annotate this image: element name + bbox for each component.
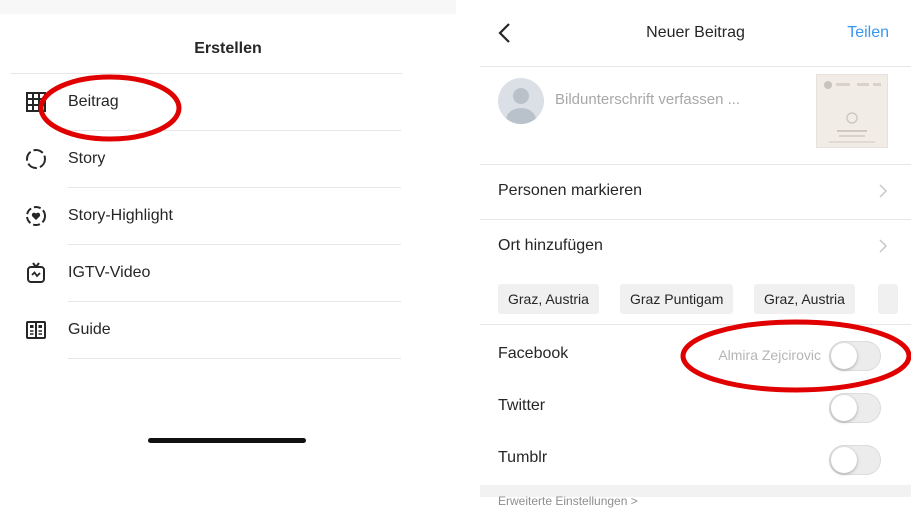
divider xyxy=(68,358,401,359)
facebook-label: Facebook xyxy=(498,345,569,362)
sheet-title: Erstellen xyxy=(194,40,262,57)
chevron-right-icon xyxy=(877,238,889,254)
new-post-screen: Neuer Beitrag Teilen Bildunterschrift ve… xyxy=(480,0,911,513)
share-facebook-row: Facebook Almira Zejcirovic xyxy=(480,329,911,381)
menu-item-guide[interactable]: Guide xyxy=(0,302,456,359)
menu-item-story[interactable]: Story xyxy=(0,131,456,188)
share-tumblr-row: Tumblr xyxy=(480,433,911,485)
location-suggestions: Graz, Austria Graz Puntigam Graz, Austri… xyxy=(480,274,911,322)
tag-people-label: Personen markieren xyxy=(498,182,643,199)
location-chip[interactable]: Graz, Austria xyxy=(754,284,855,314)
grid-icon xyxy=(24,90,48,114)
add-location-row[interactable]: Ort hinzufügen xyxy=(480,220,911,274)
facebook-toggle[interactable] xyxy=(829,341,881,371)
toggle-knob xyxy=(831,395,857,421)
advanced-settings-link[interactable]: Erweiterte Einstellungen > xyxy=(498,494,638,508)
story-icon xyxy=(24,147,48,171)
location-chip[interactable]: Graz, Austria xyxy=(498,284,599,314)
twitter-toggle[interactable] xyxy=(829,393,881,423)
create-sheet: Erstellen Beitrag Story Story-Highlight … xyxy=(0,0,456,513)
caption-row: Bildunterschrift verfassen ... xyxy=(480,66,911,164)
tag-people-row[interactable]: Personen markieren xyxy=(480,165,911,219)
toggle-knob xyxy=(831,343,857,369)
facebook-account-name: Almira Zejcirovic xyxy=(718,347,821,363)
menu-item-label: Beitrag xyxy=(68,93,119,110)
menu-item-label: Story-Highlight xyxy=(68,207,173,224)
share-twitter-row: Twitter xyxy=(480,381,911,433)
top-strip xyxy=(0,0,456,14)
twitter-label: Twitter xyxy=(498,397,546,414)
divider xyxy=(480,324,911,325)
chevron-right-icon xyxy=(877,183,889,199)
highlight-icon xyxy=(24,204,48,228)
igtv-icon xyxy=(24,261,48,285)
navigation-bar: Neuer Beitrag Teilen xyxy=(480,0,911,66)
home-indicator xyxy=(148,438,306,443)
menu-item-label: Guide xyxy=(68,321,111,338)
add-location-label: Ort hinzufügen xyxy=(498,237,603,254)
menu-item-story-highlight[interactable]: Story-Highlight xyxy=(0,188,456,245)
guide-icon xyxy=(24,318,48,342)
location-chip[interactable] xyxy=(878,284,898,314)
location-chip[interactable]: Graz Puntigam xyxy=(620,284,734,314)
caption-input[interactable]: Bildunterschrift verfassen ... xyxy=(555,91,740,108)
menu-item-post[interactable]: Beitrag xyxy=(0,74,456,131)
toggle-knob xyxy=(831,447,857,473)
post-thumbnail xyxy=(816,74,888,148)
tumblr-toggle[interactable] xyxy=(829,445,881,475)
menu-item-igtv[interactable]: IGTV-Video xyxy=(0,245,456,302)
share-button[interactable]: Teilen xyxy=(847,24,889,42)
avatar xyxy=(498,78,544,124)
menu-item-label: Story xyxy=(68,150,106,167)
menu-item-label: IGTV-Video xyxy=(68,264,151,281)
tumblr-label: Tumblr xyxy=(498,449,548,466)
